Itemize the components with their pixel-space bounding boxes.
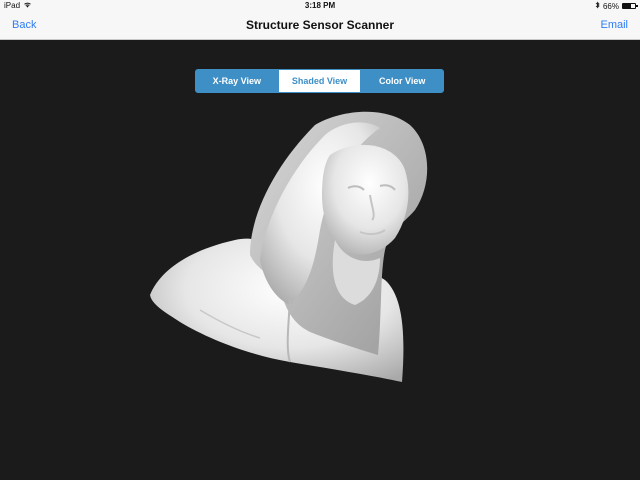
page-title: Structure Sensor Scanner	[245, 18, 395, 32]
navigation-bar: Back Structure Sensor Scanner Email	[0, 12, 640, 40]
status-bar: iPad 3:18 PM 66%	[0, 0, 640, 12]
battery-icon	[622, 3, 638, 9]
status-time: 3:18 PM	[304, 1, 336, 10]
status-right: 66%	[595, 1, 638, 11]
color-view-button[interactable]: Color View	[360, 70, 443, 92]
view-mode-selector: X-Ray View Shaded View Color View	[195, 69, 444, 93]
scan-viewport[interactable]	[0, 40, 640, 480]
email-button[interactable]: Email	[600, 19, 628, 31]
shaded-view-button[interactable]: Shaded View	[277, 70, 361, 92]
battery-percent: 66%	[602, 1, 619, 11]
scan-model[interactable]	[140, 100, 440, 400]
xray-view-button[interactable]: X-Ray View	[196, 70, 278, 92]
battery-level	[623, 4, 631, 8]
bluetooth-icon	[595, 1, 600, 11]
